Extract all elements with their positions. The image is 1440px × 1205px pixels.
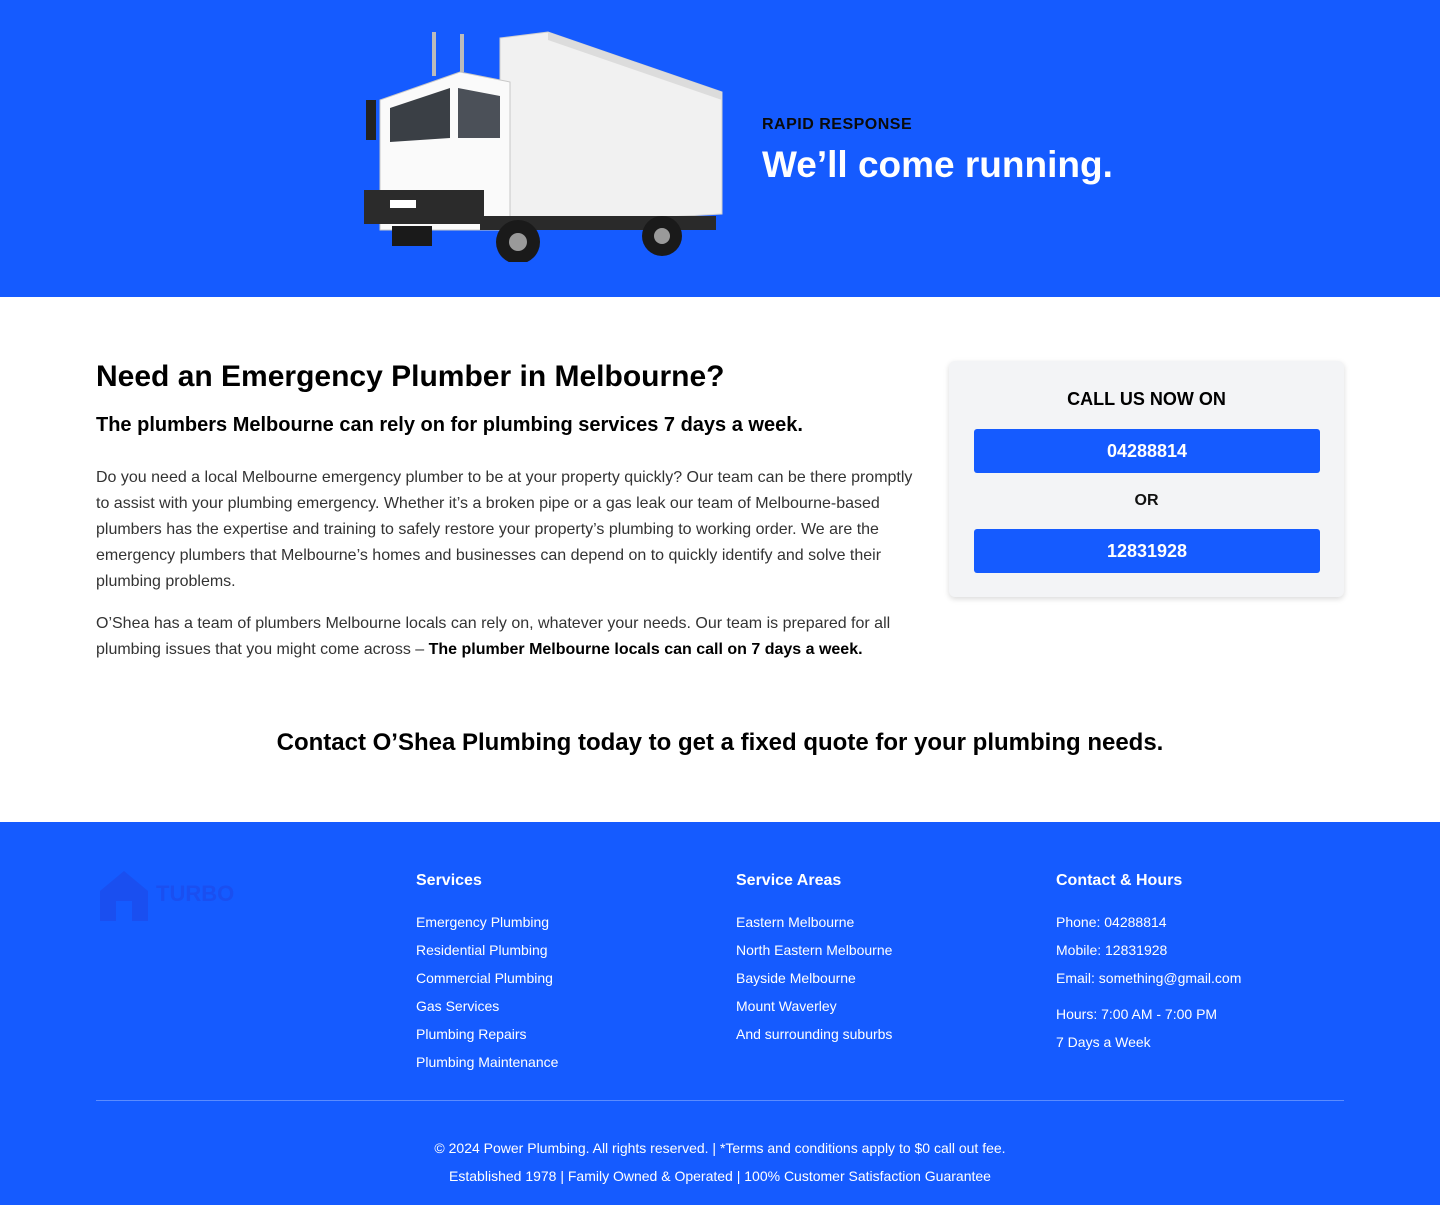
contact-mobile[interactable]: Mobile: 12831928 [1056, 936, 1241, 964]
service-link[interactable]: Commercial Plumbing [416, 964, 558, 992]
service-link[interactable]: Gas Services [416, 992, 558, 1020]
service-link[interactable]: Plumbing Repairs [416, 1020, 558, 1048]
contact-phone[interactable]: Phone: 04288814 [1056, 908, 1241, 936]
contact-hours: Hours: 7:00 AM - 7:00 PM [1056, 1006, 1218, 1022]
service-link[interactable]: Residential Plumbing [416, 936, 558, 964]
area-link[interactable]: North Eastern Melbourne [736, 936, 892, 964]
area-link[interactable]: Eastern Melbourne [736, 908, 892, 936]
hero-title: We’ll come running. [762, 144, 1113, 185]
contact-email[interactable]: Email: something@gmail.com [1056, 964, 1241, 992]
contact-heading: Contact & Hours [1056, 872, 1183, 889]
area-link[interactable]: Bayside Melbourne [736, 964, 892, 992]
or-label: OR [1134, 492, 1159, 509]
turbo-logo[interactable]: TURBO [96, 865, 246, 925]
site-footer: TURBO Services Emergency Plumbing Reside… [0, 822, 1440, 1205]
team-paragraph: O’Shea has a team of plumbers Melbourne … [96, 611, 916, 663]
area-link[interactable]: Mount Waverley [736, 992, 892, 1020]
service-areas-heading: Service Areas [736, 872, 842, 889]
service-link[interactable]: Emergency Plumbing [416, 908, 558, 936]
main-content: Need an Emergency Plumber in Melbourne? … [0, 297, 1440, 822]
footer-contact: Contact & Hours Phone: 04288814 Mobile: … [1056, 872, 1241, 1056]
hero-banner: RAPID RESPONSE We’ll come running. [0, 0, 1440, 297]
call-us-title: CALL US NOW ON [1067, 389, 1226, 409]
phone-button-primary[interactable]: 04288814 [974, 429, 1320, 473]
contact-days: 7 Days a Week [1056, 1034, 1151, 1050]
intro-paragraph: Do you need a local Melbourne emergency … [96, 469, 913, 590]
copyright-text: © 2024 Power Plumbing. All rights reserv… [434, 1140, 1006, 1156]
call-us-card: CALL US NOW ON 04288814 OR 12831928 [949, 361, 1344, 597]
phone-button-secondary[interactable]: 12831928 [974, 529, 1320, 573]
page-subtitle: The plumbers Melbourne can rely on for p… [96, 414, 803, 436]
footer-divider [96, 1100, 1344, 1101]
hero-eyebrow: RAPID RESPONSE [762, 116, 913, 133]
service-link[interactable]: Plumbing Maintenance [416, 1048, 558, 1076]
footer-legal: © 2024 Power Plumbing. All rights reserv… [0, 1134, 1440, 1190]
team-paragraph-emphasis: The plumber Melbourne locals can call on… [428, 641, 863, 658]
quote-cta: Contact O’Shea Plumbing today to get a f… [276, 729, 1164, 756]
area-link[interactable]: And surrounding suburbs [736, 1020, 892, 1048]
delivery-truck-image [364, 31, 723, 262]
logo-text: TURBO [156, 881, 234, 906]
footer-tagline: Established 1978 | Family Owned & Operat… [449, 1168, 991, 1184]
page-title: Need an Emergency Plumber in Melbourne? [96, 360, 725, 393]
footer-service-areas: Service Areas Eastern Melbourne North Ea… [736, 872, 892, 1048]
footer-services: Services Emergency Plumbing Residential … [416, 872, 558, 1076]
services-heading: Services [416, 872, 482, 889]
